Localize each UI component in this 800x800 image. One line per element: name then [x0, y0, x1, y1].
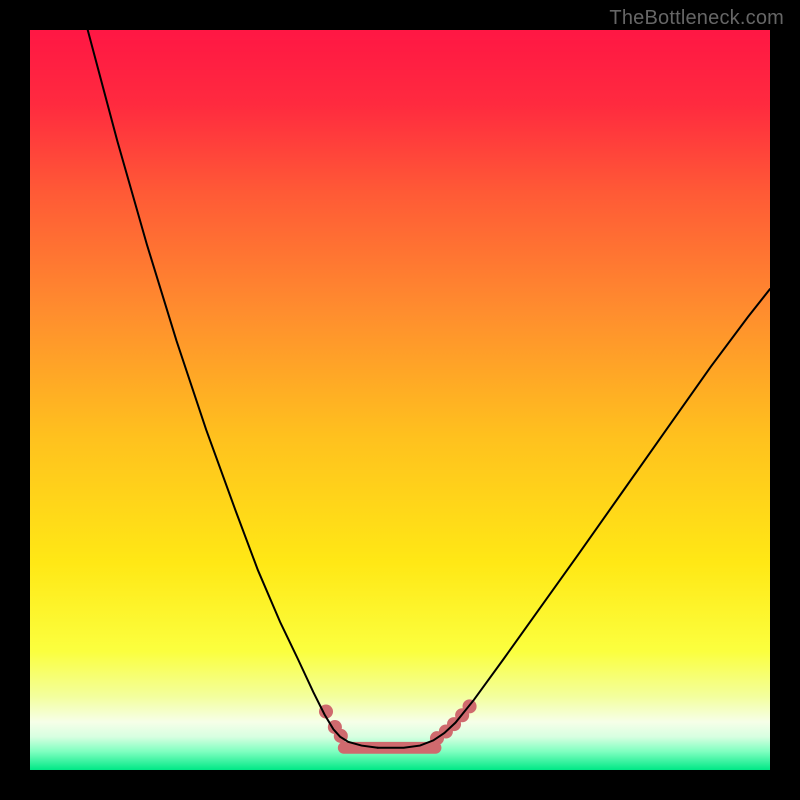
bottleneck-curve-plot: [30, 30, 770, 770]
watermark-text: TheBottleneck.com: [609, 7, 784, 30]
gradient-background: [30, 30, 770, 770]
plot-frame: [30, 30, 770, 770]
